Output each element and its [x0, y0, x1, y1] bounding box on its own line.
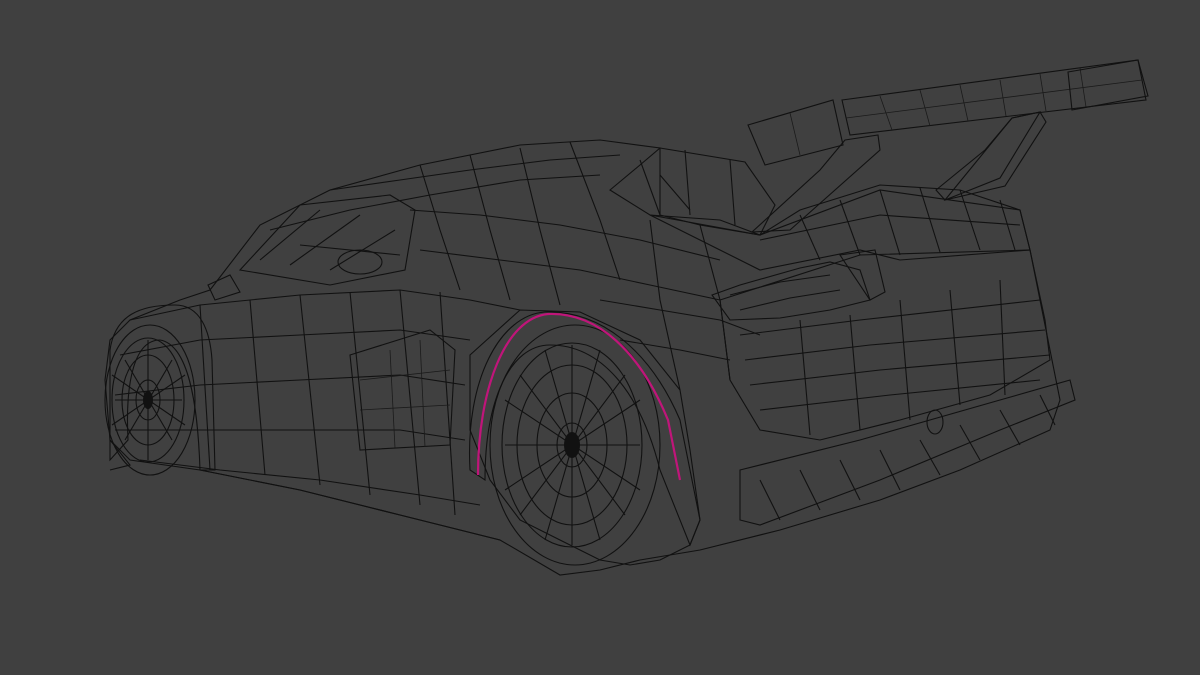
- front-wheel[interactable]: [104, 324, 196, 476]
- car-body[interactable]: [104, 139, 1061, 576]
- rear-wing[interactable]: [747, 59, 1149, 233]
- selected-edge-loop: [476, 312, 682, 481]
- 3d-viewport[interactable]: [0, 0, 1200, 675]
- side-mirror[interactable]: [207, 274, 241, 301]
- front-fender[interactable]: [109, 304, 216, 471]
- car-mesh[interactable]: [0, 0, 1200, 675]
- roll-cage[interactable]: [238, 147, 776, 286]
